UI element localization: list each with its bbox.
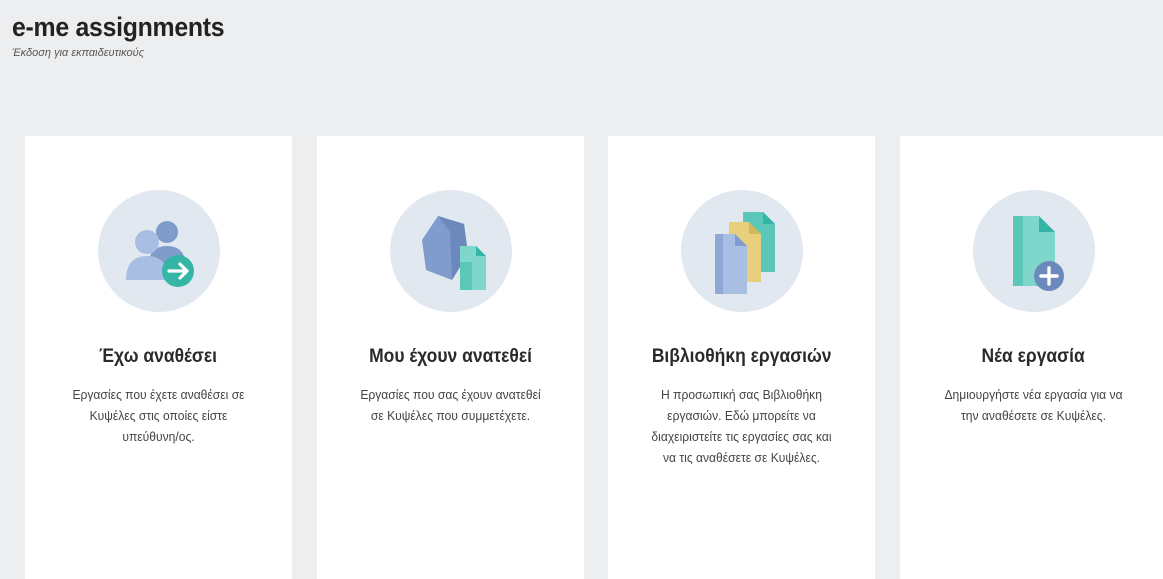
card-title: Βιβλιοθήκη εργασιών	[651, 346, 832, 367]
page: e-me assignments Έκδοση για εκπαιδευτικο…	[0, 0, 1163, 579]
new-document-plus-icon	[972, 190, 1095, 312]
card-description: Η προσωπική σας Βιβλιοθήκη εργασιών. Εδώ…	[651, 387, 832, 465]
card-description: Εργασίες που έχετε αναθέσει σε Κυψέλες σ…	[72, 387, 245, 444]
card-title: Μου έχουν ανατεθεί	[369, 346, 532, 367]
card-title: Νέα εργασία	[981, 346, 1086, 367]
received-cube-document-icon	[389, 190, 512, 312]
assigned-users-arrow-icon	[97, 190, 220, 312]
card-assigned-by-me[interactable]: Έχω αναθέσει Εργασίες που έχετε αναθέσει…	[25, 136, 292, 579]
app-subtitle: Έκδοση για εκπαιδευτικούς	[12, 47, 145, 59]
card-title: Έχω αναθέσει	[99, 346, 218, 367]
card-description: Δημιουργήστε νέα εργασία για να την αναθ…	[944, 387, 1123, 423]
card-new-assignment[interactable]: Νέα εργασία Δημιουργήστε νέα εργασία για…	[900, 136, 1163, 579]
card-grid: Έχω αναθέσει Εργασίες που έχετε αναθέσει…	[0, 136, 1163, 579]
app-title: e-me assignments	[12, 12, 225, 42]
document-stack-library-icon	[680, 190, 803, 312]
card-assignment-library[interactable]: Βιβλιοθήκη εργασιών Η προσωπική σας Βιβλ…	[608, 136, 875, 579]
app-header: e-me assignments Έκδοση για εκπαιδευτικο…	[12, 12, 243, 59]
card-assigned-to-me[interactable]: Μου έχουν ανατεθεί Εργασίες που σας έχου…	[317, 136, 584, 579]
card-description: Εργασίες που σας έχουν ανατεθεί σε Κυψέλ…	[360, 387, 541, 423]
